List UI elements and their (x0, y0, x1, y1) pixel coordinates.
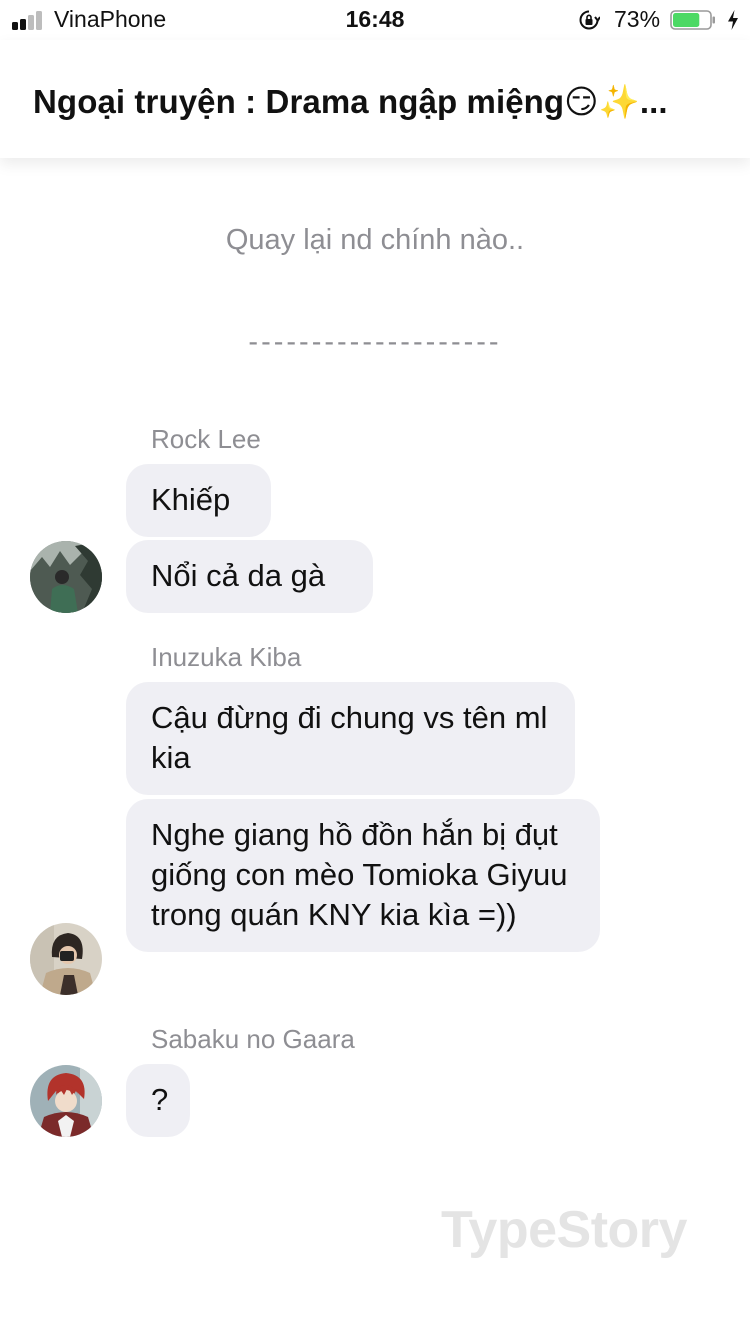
message-bubble: Cậu đừng đi chung vs tên ml kia (126, 682, 575, 795)
charging-bolt-icon (728, 10, 738, 30)
message-bubble: Khiếp (126, 464, 271, 537)
status-bar: VinaPhone 16:48 73% (0, 0, 750, 40)
sabaku-no-gaara-avatar[interactable] (30, 1065, 102, 1137)
story-title: Ngoại truyện : Drama ngập miệng😏✨... (33, 83, 668, 120)
sender-name: Inuzuka Kiba (151, 642, 302, 672)
separator-text: -------------------- (248, 326, 502, 358)
battery-percentage: 73% (614, 6, 661, 32)
sender-name: Rock Lee (151, 424, 261, 454)
sender-name: Sabaku no Gaara (151, 1024, 355, 1054)
message-bubble: Nghe giang hồ đồn hắn bị đụt giống con m… (126, 799, 600, 952)
orientation-lock-icon (579, 10, 600, 30)
typestory-watermark: TypeStory (441, 1201, 687, 1259)
chat-story-screen: VinaPhone 16:48 73% Ngoại truyện : Drama… (0, 0, 750, 1334)
story-header: Ngoại truyện : Drama ngập miệng😏✨... (0, 40, 750, 158)
inuzuka-kiba-avatar[interactable] (30, 923, 102, 995)
message-bubble: Nổi cả da gà (126, 540, 373, 613)
rock-lee-avatar[interactable] (30, 541, 102, 613)
narration-text: Quay lại nd chính nào.. (225, 224, 525, 256)
message-bubble: ? (126, 1064, 190, 1137)
battery-icon (670, 10, 715, 30)
